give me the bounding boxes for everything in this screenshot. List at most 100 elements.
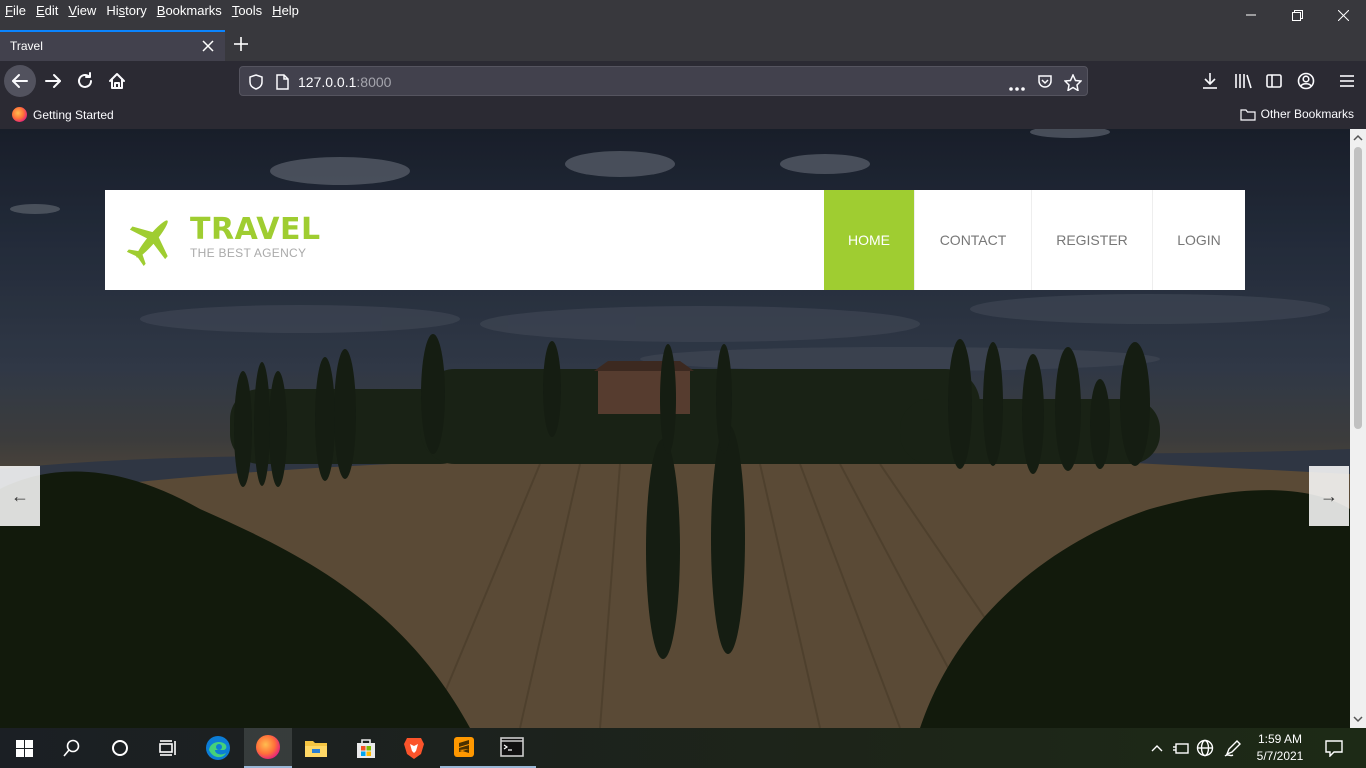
task-view-icon bbox=[159, 740, 176, 756]
plus-icon bbox=[234, 37, 248, 51]
taskbar-clock[interactable]: 1:59 AM 5/7/2021 bbox=[1246, 731, 1314, 765]
arrow-right-icon bbox=[45, 74, 61, 88]
search-icon bbox=[63, 739, 80, 757]
library-icon[interactable] bbox=[1233, 71, 1253, 91]
edge-icon bbox=[206, 736, 230, 760]
action-center[interactable] bbox=[1320, 728, 1348, 768]
menu-tools[interactable]: Tools bbox=[227, 2, 267, 20]
tray-pen[interactable] bbox=[1222, 728, 1244, 768]
file-explorer-icon bbox=[305, 741, 327, 757]
tab-close-icon[interactable] bbox=[201, 39, 215, 53]
nav-login[interactable]: LOGIN bbox=[1152, 190, 1245, 290]
window-controls bbox=[1228, 0, 1366, 30]
battery-plug-icon bbox=[1173, 743, 1189, 754]
chevron-up-icon bbox=[1151, 745, 1163, 752]
menu-bar: File Edit View History Bookmarks Tools H… bbox=[0, 0, 1366, 30]
reload-icon bbox=[78, 72, 92, 88]
scrollbar-thumb[interactable] bbox=[1354, 147, 1362, 429]
globe-icon bbox=[1196, 739, 1214, 757]
minimize-button[interactable] bbox=[1228, 0, 1274, 30]
site-nav: HOME CONTACT REGISTER LOGIN bbox=[824, 190, 1245, 290]
scroll-up-icon[interactable] bbox=[1353, 133, 1363, 143]
brave-icon bbox=[404, 738, 424, 759]
restore-icon bbox=[1291, 9, 1303, 21]
pocket-icon[interactable] bbox=[1037, 74, 1053, 95]
home-icon bbox=[109, 73, 125, 89]
tab-bar: Travel bbox=[0, 30, 1366, 61]
taskbar-edge[interactable] bbox=[194, 728, 242, 768]
back-button[interactable] bbox=[4, 65, 36, 97]
windows-taskbar: 1:59 AM 5/7/2021 bbox=[0, 728, 1366, 768]
url-text[interactable]: 127.0.0.1:8000 bbox=[298, 74, 391, 90]
menu-help[interactable]: Help bbox=[267, 2, 304, 20]
nav-home[interactable]: HOME bbox=[824, 190, 914, 290]
sidebar-icon[interactable] bbox=[1264, 71, 1284, 91]
bookmark-getting-started[interactable]: Getting Started bbox=[12, 107, 114, 122]
store-icon bbox=[357, 739, 375, 758]
cortana-button[interactable] bbox=[96, 728, 144, 768]
slider-prev-button[interactable]: ← bbox=[0, 466, 40, 526]
scroll-down-icon[interactable] bbox=[1353, 714, 1363, 724]
reload-button[interactable] bbox=[69, 65, 101, 97]
menu-view[interactable]: View bbox=[63, 2, 101, 20]
clock-time: 1:59 AM bbox=[1257, 732, 1303, 746]
bookmark-star-icon[interactable] bbox=[1063, 73, 1083, 96]
tray-power[interactable] bbox=[1170, 728, 1192, 768]
page-viewport: TRAVEL THE BEST AGENCY HOME CONTACT REGI… bbox=[0, 129, 1366, 728]
tab-title: Travel bbox=[10, 39, 43, 53]
taskbar-store[interactable] bbox=[342, 728, 390, 768]
taskbar-sublime-text[interactable] bbox=[440, 728, 488, 768]
task-view-button[interactable] bbox=[144, 728, 192, 768]
bookmarks-toolbar: Getting Started Other Bookmarks bbox=[0, 101, 1366, 129]
logo-text: TRAVEL THE BEST AGENCY bbox=[190, 213, 321, 260]
slider-next-button[interactable]: → bbox=[1309, 466, 1349, 526]
site-header: TRAVEL THE BEST AGENCY HOME CONTACT REGI… bbox=[105, 190, 1245, 290]
menu-history[interactable]: History bbox=[101, 2, 151, 20]
close-window-button[interactable] bbox=[1320, 0, 1366, 30]
nav-contact[interactable]: CONTACT bbox=[914, 190, 1031, 290]
taskbar-brave[interactable] bbox=[390, 728, 438, 768]
navigation-toolbar: 127.0.0.1:8000 bbox=[0, 61, 1366, 101]
close-icon bbox=[1337, 9, 1349, 21]
restore-button[interactable] bbox=[1274, 0, 1320, 30]
tray-chevron[interactable] bbox=[1147, 728, 1167, 768]
bookmark-other[interactable]: Other Bookmarks bbox=[1240, 107, 1354, 121]
account-icon[interactable] bbox=[1296, 71, 1316, 91]
url-bar[interactable]: 127.0.0.1:8000 bbox=[239, 66, 1088, 96]
pen-icon bbox=[1224, 740, 1241, 757]
home-button[interactable] bbox=[101, 65, 133, 97]
menu-list: File Edit View History Bookmarks Tools H… bbox=[0, 2, 304, 20]
downloads-icon[interactable] bbox=[1200, 71, 1220, 91]
menu-bookmarks[interactable]: Bookmarks bbox=[152, 2, 227, 20]
start-icon bbox=[15, 739, 33, 757]
taskbar-file-explorer[interactable] bbox=[292, 728, 340, 768]
terminal-icon bbox=[500, 737, 524, 757]
start-button[interactable] bbox=[0, 728, 48, 768]
airplane-icon bbox=[127, 220, 168, 266]
page-icon bbox=[276, 74, 289, 95]
cortana-icon bbox=[112, 740, 128, 756]
search-button[interactable] bbox=[48, 728, 96, 768]
taskbar-terminal[interactable] bbox=[488, 728, 536, 768]
menu-icon[interactable] bbox=[1337, 71, 1357, 91]
firefox-icon bbox=[256, 735, 280, 759]
nav-register[interactable]: REGISTER bbox=[1031, 190, 1152, 290]
notification-icon bbox=[1325, 739, 1343, 757]
site-logo[interactable]: TRAVEL THE BEST AGENCY bbox=[127, 212, 321, 266]
tray-network[interactable] bbox=[1194, 728, 1216, 768]
folder-icon bbox=[1240, 108, 1256, 121]
logo-title: TRAVEL bbox=[190, 212, 321, 247]
menu-edit[interactable]: Edit bbox=[31, 2, 63, 20]
sublime-text-icon bbox=[454, 737, 474, 757]
page-scrollbar[interactable] bbox=[1350, 129, 1366, 728]
forward-button[interactable] bbox=[37, 65, 69, 97]
tab-travel[interactable]: Travel bbox=[0, 30, 225, 61]
new-tab-button[interactable] bbox=[231, 34, 251, 54]
logo-subtitle: THE BEST AGENCY bbox=[190, 246, 307, 260]
taskbar-firefox[interactable] bbox=[244, 728, 292, 768]
arrow-left-icon bbox=[12, 74, 28, 88]
menu-file[interactable]: File bbox=[0, 2, 31, 20]
shield-icon[interactable] bbox=[249, 74, 263, 95]
minimize-icon bbox=[1246, 14, 1256, 16]
more-actions-icon[interactable] bbox=[1008, 79, 1026, 97]
